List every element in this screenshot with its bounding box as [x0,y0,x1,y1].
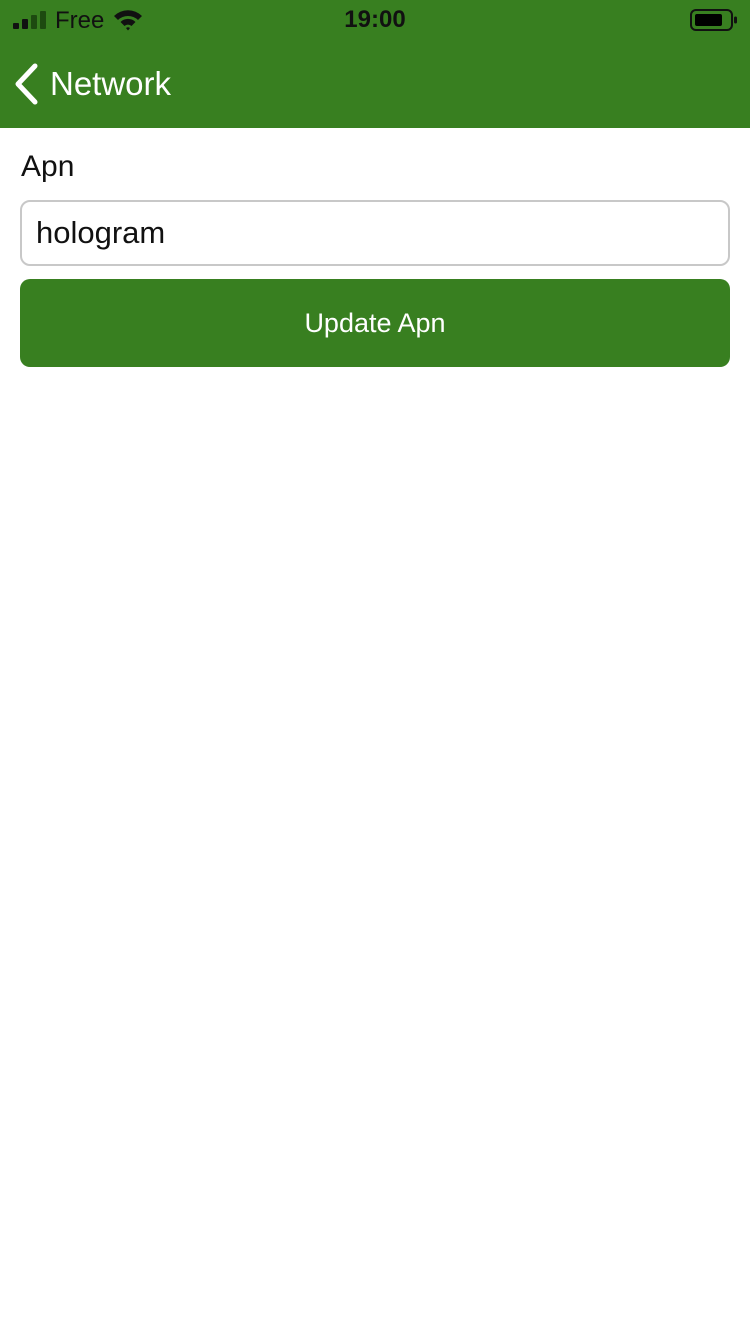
chevron-left-icon [15,63,38,105]
status-time: 19:00 [344,6,406,33]
status-bar: Free 19:00 [0,0,750,40]
back-label: Network [50,65,172,102]
nav-bar: Network [0,40,750,128]
network-screen: Free 19:00 Network Apn U [0,0,750,1334]
battery-icon [690,9,737,31]
apn-input[interactable] [20,200,730,266]
header: Free 19:00 Network [0,0,750,128]
back-button[interactable]: Network [12,40,187,128]
apn-label: Apn [21,150,75,183]
update-apn-button[interactable]: Update Apn [20,279,730,367]
